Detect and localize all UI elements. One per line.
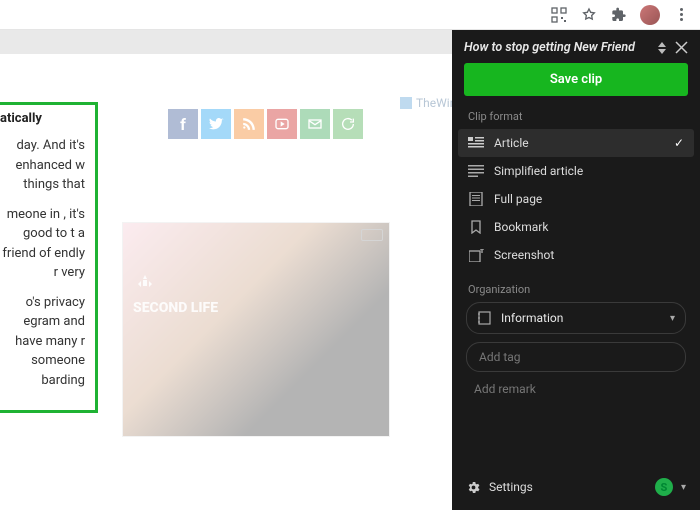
avatar[interactable] <box>640 5 660 25</box>
format-label: Screenshot <box>494 248 684 262</box>
gear-icon[interactable] <box>466 480 481 495</box>
up-down-icon[interactable] <box>655 42 669 54</box>
format-bookmark[interactable]: Bookmark <box>458 213 694 241</box>
notebook-name: Information <box>501 311 660 325</box>
simplified-icon <box>468 164 484 178</box>
format-label: Full page <box>494 192 684 206</box>
ad-banner[interactable]: SECOND LIFE <box>122 222 390 437</box>
clipper-panel: How to stop getting New Friend Save clip… <box>452 30 700 510</box>
format-screenshot[interactable]: Screenshot <box>458 241 694 269</box>
chevron-down-icon: ▾ <box>670 313 675 324</box>
article-icon <box>468 136 484 150</box>
article-selection: atically day. And it's enhanced w things… <box>0 102 98 413</box>
article-heading-fragment: atically <box>0 111 85 126</box>
add-tag-input[interactable]: Add tag <box>466 342 686 372</box>
organization-label: Organization <box>458 283 694 302</box>
clip-format-label: Clip format <box>452 110 700 129</box>
format-fullpage[interactable]: Full page <box>458 185 694 213</box>
social-bar: f <box>168 109 363 139</box>
format-list: Article ✓ Simplified article Full page B… <box>452 129 700 269</box>
facebook-icon[interactable]: f <box>168 109 198 139</box>
clipper-title-row: How to stop getting New Friend <box>452 30 700 63</box>
account-badge[interactable]: S <box>655 478 673 496</box>
format-label: Bookmark <box>494 220 684 234</box>
fullpage-icon <box>468 192 484 206</box>
settings-row: Settings S ▾ <box>452 468 700 510</box>
article-para-1: day. And it's enhanced w things that <box>0 136 85 195</box>
format-label: Simplified article <box>494 164 684 178</box>
clip-title[interactable]: How to stop getting New Friend <box>464 40 649 55</box>
notebook-select[interactable]: Information ▾ <box>466 302 686 334</box>
format-article[interactable]: Article ✓ <box>458 129 694 157</box>
article-para-3: o's privacy egram and have many r someon… <box>0 293 85 391</box>
organization-section: Organization Information ▾ Add tag Add r… <box>452 269 700 406</box>
puzzle-icon[interactable] <box>610 6 628 24</box>
settings-label[interactable]: Settings <box>489 480 647 494</box>
format-label: Article <box>494 136 664 150</box>
format-simplified[interactable]: Simplified article <box>458 157 694 185</box>
add-remark-button[interactable]: Add remark <box>458 372 694 406</box>
youtube-icon[interactable] <box>267 109 297 139</box>
bookmark-icon <box>468 220 484 234</box>
ad-brand-logo: SECOND LIFE <box>133 273 218 315</box>
check-icon: ✓ <box>674 136 684 150</box>
email-icon[interactable] <box>300 109 330 139</box>
star-icon[interactable] <box>580 6 598 24</box>
logo-square-icon <box>400 97 412 109</box>
rss-icon[interactable] <box>234 109 264 139</box>
qr-icon[interactable] <box>550 6 568 24</box>
twitter-icon[interactable] <box>201 109 231 139</box>
menu-dots-icon[interactable] <box>672 6 690 24</box>
browser-toolbar <box>0 0 700 30</box>
notebook-icon <box>477 311 491 325</box>
chevron-down-icon[interactable]: ▾ <box>681 482 686 493</box>
screenshot-icon <box>468 248 484 262</box>
save-clip-button[interactable]: Save clip <box>464 63 688 96</box>
close-icon[interactable] <box>675 41 688 54</box>
refresh-icon[interactable] <box>333 109 363 139</box>
article-para-2: meone in , it's good to t a friend of en… <box>0 205 85 283</box>
